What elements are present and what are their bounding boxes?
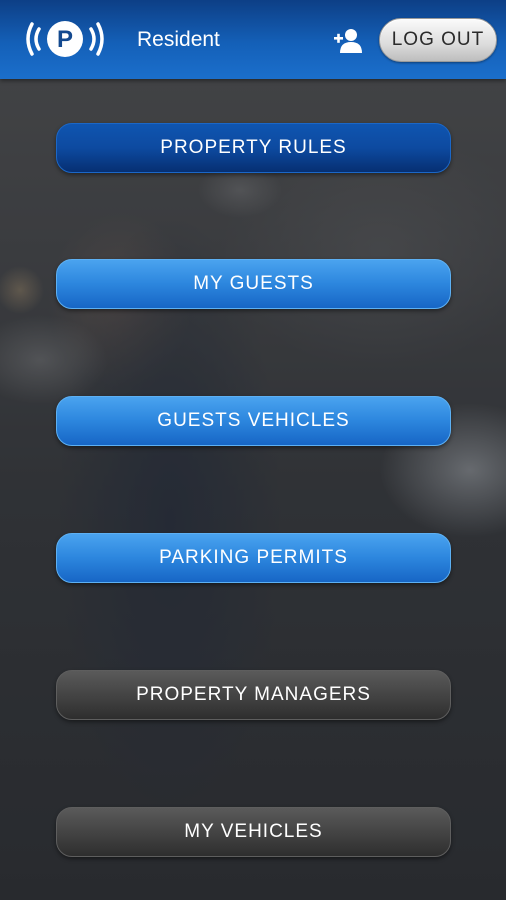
property-managers-button[interactable]: PROPERTY MANAGERS <box>56 670 451 720</box>
add-user-icon[interactable] <box>334 26 362 54</box>
my-guests-button[interactable]: MY GUESTS <box>56 259 451 309</box>
my-vehicles-button[interactable]: MY VEHICLES <box>56 807 451 857</box>
property-rules-button[interactable]: PROPERTY RULES <box>56 123 451 173</box>
user-role-label: Resident <box>137 28 220 51</box>
logo-letter: P <box>57 26 73 53</box>
logout-button[interactable]: LOG OUT <box>379 18 497 62</box>
parking-signal-logo-icon: P <box>26 21 104 57</box>
parking-permits-button[interactable]: PARKING PERMITS <box>56 533 451 583</box>
guests-vehicles-button[interactable]: GUESTS VEHICLES <box>56 396 451 446</box>
app-header: P Resident LOG OUT <box>0 0 506 79</box>
